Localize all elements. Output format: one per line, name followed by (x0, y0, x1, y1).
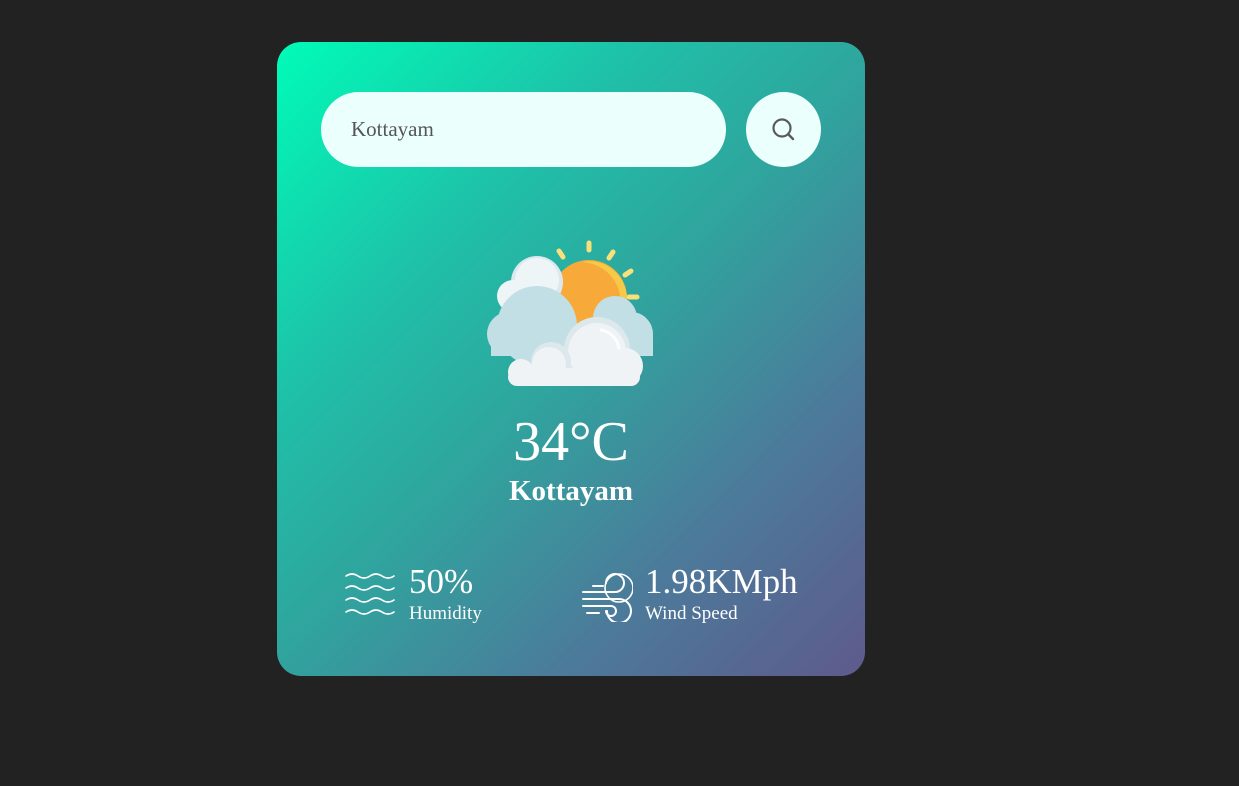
temperature: 34°C (513, 411, 629, 473)
partly-cloudy-sun-icon (487, 240, 653, 386)
humidity-icon (345, 573, 395, 615)
wind-label: Wind Speed (645, 603, 738, 624)
weather-card: 34°C Kottayam 50% Humidity (277, 42, 865, 676)
city-name: Kottayam (508, 475, 634, 507)
wind-value: 1.98KMph (645, 562, 798, 601)
humidity-label: Humidity (409, 603, 482, 624)
search-icon (771, 117, 794, 140)
humidity-text: 50% Humidity (409, 562, 482, 625)
search-button[interactable] (746, 92, 821, 167)
wind-detail: 1.98KMph Wind Speed (581, 562, 798, 625)
search-bar (321, 92, 821, 167)
wind-icon (582, 573, 633, 622)
humidity-value: 50% (409, 562, 474, 601)
search-input[interactable] (321, 92, 726, 167)
humidity-detail: 50% Humidity (345, 562, 482, 625)
wind-text: 1.98KMph Wind Speed (645, 562, 798, 625)
